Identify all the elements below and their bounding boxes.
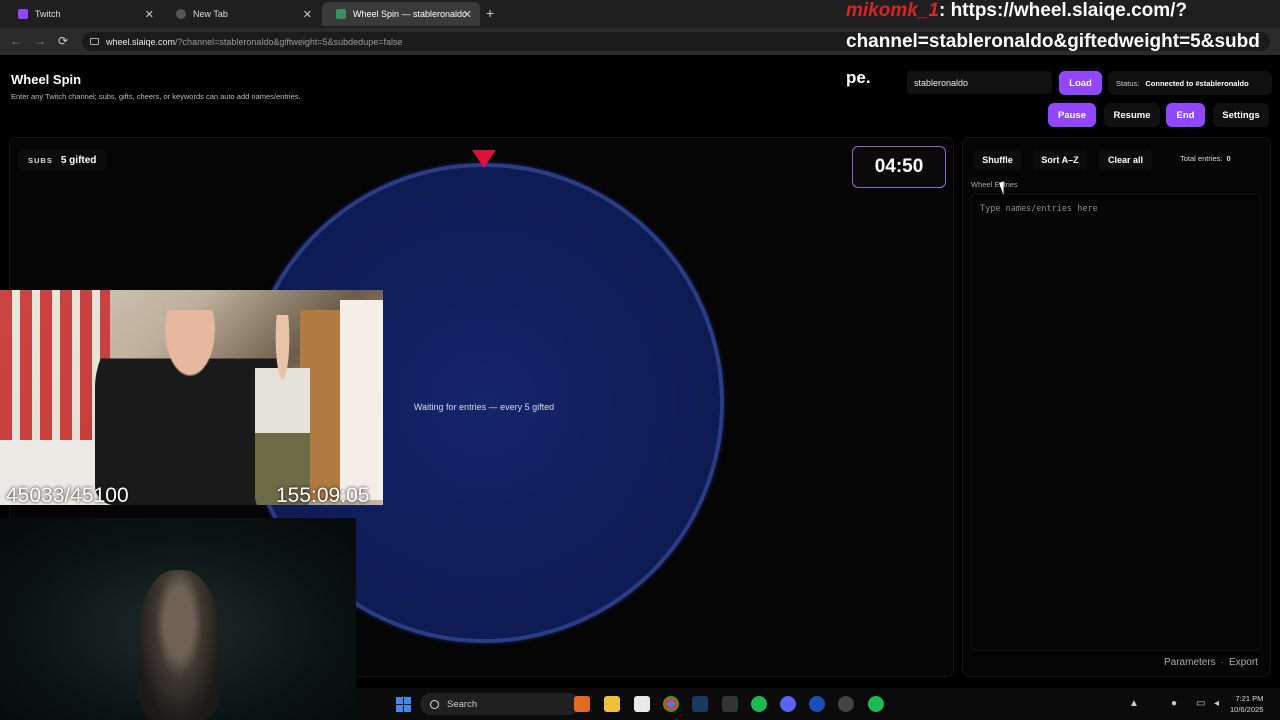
file-explorer-icon[interactable] <box>604 696 620 712</box>
network-icon[interactable]: ▭ <box>1196 698 1205 709</box>
resume-button[interactable]: Resume <box>1104 103 1160 127</box>
parameters-link[interactable]: Parameters <box>1164 657 1216 668</box>
taskbar-search[interactable]: Search <box>420 693 580 715</box>
streamer-webcam <box>0 290 383 505</box>
forward-icon[interactable]: → <box>34 34 46 48</box>
shuffle-button[interactable]: Shuffle <box>974 150 1021 170</box>
screen: Twitch ✕ New Tab ✕ Wheel Spin — stablero… <box>0 0 1280 720</box>
search-icon <box>430 699 439 709</box>
settings-button[interactable]: Settings <box>1213 103 1269 127</box>
webcam-door-open <box>340 300 383 500</box>
volume-icon[interactable]: ◂ <box>1214 698 1219 709</box>
wheel-favicon-icon <box>336 9 346 19</box>
windows-taskbar: Search ▲ ● ▭ ◂ 7:21 PM 10/6/2025 <box>356 688 1280 720</box>
total-entries-label: Total entries: <box>1180 154 1223 163</box>
panel-footer-links: Parameters · Export <box>1164 657 1258 668</box>
pause-button[interactable]: Pause <box>1048 103 1096 127</box>
globe-icon <box>176 9 186 19</box>
webcam-person <box>138 570 220 720</box>
reload-icon[interactable]: ⟳ <box>58 34 68 48</box>
clock-time: 7:21 PM <box>1235 694 1264 703</box>
clear-all-button[interactable]: Clear all <box>1099 150 1152 170</box>
stream-uptime: 155:09:05 <box>276 484 370 507</box>
site-info-icon[interactable] <box>90 38 99 45</box>
back-icon[interactable]: ← <box>10 34 22 48</box>
wheel-status-message: Waiting for entries — every 5 gifted <box>413 402 555 412</box>
countdown-timer: 04:50 <box>852 146 946 188</box>
obs-icon[interactable] <box>838 696 854 712</box>
viewer-webcam <box>0 518 356 720</box>
taskbar-clock[interactable]: 7:21 PM 10/6/2025 <box>1230 693 1263 715</box>
tab-label: Twitch <box>35 9 61 19</box>
tab-twitch[interactable]: Twitch ✕ <box>4 2 162 26</box>
tab-new-tab[interactable]: New Tab ✕ <box>162 2 320 26</box>
end-button[interactable]: End <box>1166 103 1205 127</box>
ccleaner-icon[interactable] <box>809 696 825 712</box>
spotify-icon[interactable] <box>868 696 884 712</box>
close-icon[interactable]: ✕ <box>303 8 312 21</box>
subs-counter: SUBS 5 gifted <box>18 149 107 171</box>
new-tab-button[interactable]: + <box>486 5 494 21</box>
url-host: wheel.slaiqe.com <box>106 36 176 47</box>
footer-separator: · <box>1220 657 1225 668</box>
tab-label: Wheel Spin — stableronaldo <box>353 9 468 19</box>
entries-textarea[interactable] <box>971 193 1261 651</box>
channel-input[interactable] <box>907 71 1052 94</box>
tab-label: New Tab <box>193 9 228 19</box>
steam-icon[interactable] <box>692 696 708 712</box>
close-icon[interactable]: ✕ <box>463 8 472 21</box>
clock-date: 10/6/2025 <box>1230 705 1264 714</box>
total-entries-value: 0 <box>1226 154 1231 163</box>
subs-value: 5 gifted <box>60 154 97 166</box>
wheel-pointer-icon <box>472 150 496 168</box>
sort-button[interactable]: Sort A–Z <box>1033 150 1087 170</box>
subs-label: SUBS <box>28 155 53 165</box>
twitch-icon <box>18 9 28 19</box>
chat-message-line-1: https://wheel.slaiqe.com/? <box>950 0 1188 21</box>
chat-overlay-line-1: mikomk_1: https://wheel.slaiqe.com/? <box>846 0 1187 24</box>
tray-chevron-icon[interactable]: ▲ <box>1129 698 1139 709</box>
app-subtitle: Enter any Twitch channel; subs, gifts, c… <box>11 92 301 101</box>
epic-games-icon[interactable] <box>722 696 738 712</box>
chrome-icon[interactable] <box>663 696 679 712</box>
export-link[interactable]: Export <box>1229 657 1258 668</box>
discord-icon[interactable] <box>780 696 796 712</box>
brand-logo: pe. <box>846 68 871 87</box>
chat-username: mikomk_1 <box>846 0 939 21</box>
taskbar-search-label: Search <box>447 698 478 710</box>
connection-status: Status: Connected to #stableronaldo <box>1108 71 1272 95</box>
tab-wheel-spin[interactable]: Wheel Spin — stableronaldo ✕ <box>322 2 480 26</box>
chat-colon: : <box>938 0 946 21</box>
total-entries: Total entries: 0 <box>1180 154 1231 163</box>
webcam-person <box>255 315 310 505</box>
app-title: Wheel Spin <box>11 72 82 87</box>
app-icon[interactable] <box>574 696 590 712</box>
store-icon[interactable] <box>634 696 650 712</box>
url-path: /?channel=stableronaldo&giftweight=5&sub… <box>175 36 403 47</box>
status-label: Status: <box>1116 78 1140 88</box>
webcam-background <box>0 290 110 440</box>
close-icon[interactable]: ✕ <box>145 8 154 21</box>
chat-message-line-2: channel=stableronaldo&giftedweight=5&sub… <box>846 31 1260 52</box>
load-button[interactable]: Load <box>1059 71 1102 95</box>
status-value: Connected to #stableronaldo <box>1145 78 1249 88</box>
start-icon[interactable] <box>396 697 411 712</box>
mic-icon[interactable]: ● <box>1171 698 1177 709</box>
spotify-icon[interactable] <box>751 696 767 712</box>
sub-goal-counter: 45033/45100 <box>6 484 129 507</box>
